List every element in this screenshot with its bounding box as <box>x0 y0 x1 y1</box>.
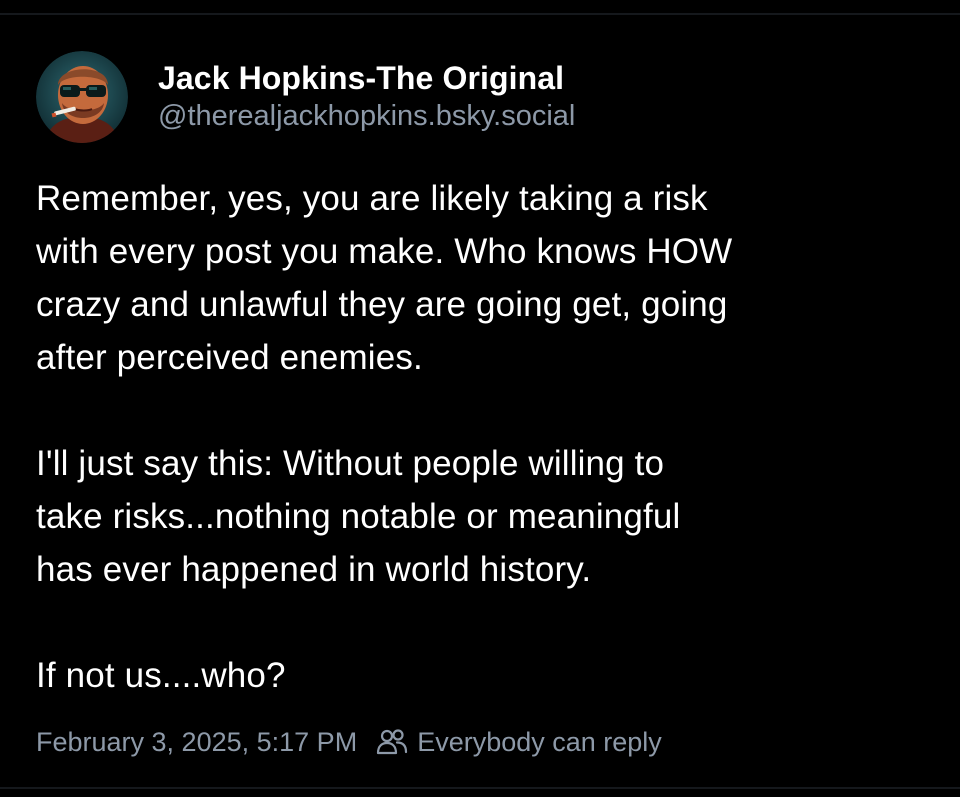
reply-setting-label: Everybody can reply <box>417 726 662 757</box>
post-timestamp[interactable]: February 3, 2025, 5:17 PM <box>36 727 357 758</box>
author-handle[interactable]: @therealjackhopkins.bsky.social <box>158 98 575 134</box>
post-thread-item: Jack Hopkins-The Original @therealjackho… <box>0 0 960 797</box>
avatar[interactable] <box>36 51 128 143</box>
reply-setting[interactable]: Everybody can reply <box>375 725 662 759</box>
post-text: Remember, yes, you are likely taking a r… <box>36 179 733 695</box>
bottom-divider <box>0 787 960 789</box>
post-meta: February 3, 2025, 5:17 PM Everybody can … <box>36 722 662 762</box>
author-display-name[interactable]: Jack Hopkins-The Original <box>158 58 575 98</box>
post-author[interactable]: Jack Hopkins-The Original @therealjackho… <box>36 51 575 143</box>
people-icon <box>377 729 408 755</box>
